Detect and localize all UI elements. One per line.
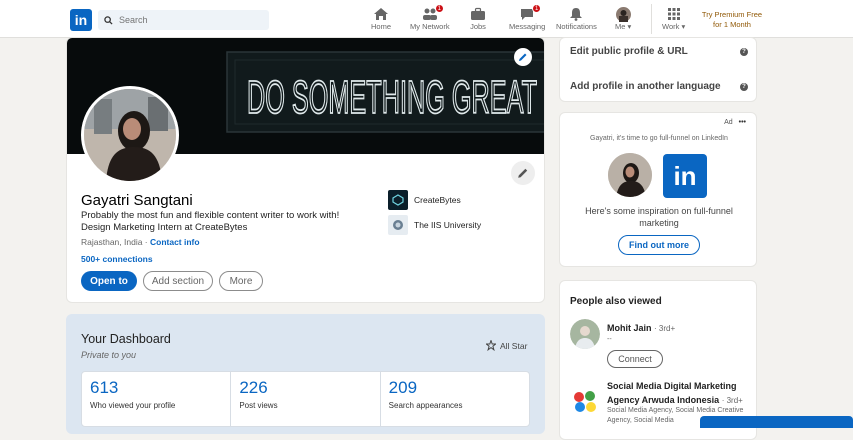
- nav-jobs[interactable]: Jobs: [470, 6, 486, 31]
- avatar: [615, 6, 631, 22]
- add-section-button[interactable]: Add section: [143, 271, 213, 291]
- org-name: The IIS University: [414, 220, 482, 230]
- premium-link[interactable]: Try Premium Free for 1 Month: [700, 10, 764, 30]
- nav-notifications[interactable]: Notifications: [556, 6, 597, 31]
- ad-text: Gayatri, it's time to go full-funnel on …: [590, 135, 728, 142]
- nav-notifications-label: Notifications: [556, 22, 597, 31]
- stat-label: Who viewed your profile: [90, 401, 176, 410]
- ad-label-row: Ad •••: [724, 119, 746, 126]
- help-icon[interactable]: ?: [740, 47, 748, 56]
- premium-line2: for 1 Month: [713, 20, 751, 29]
- profile-settings-card: Edit public profile & URL ? Add profile …: [559, 37, 757, 102]
- nav-home-label: Home: [371, 22, 392, 31]
- ad-card: Ad ••• Gayatri, it's time to go full-fun…: [559, 112, 757, 267]
- nav-me-label: Me ▾: [615, 22, 632, 31]
- pencil-icon: [518, 168, 528, 178]
- add-language-link[interactable]: Add profile in another language ?: [570, 81, 748, 92]
- profile-headline: Probably the most fun and flexible conte…: [81, 210, 340, 233]
- briefcase-icon: [471, 7, 485, 20]
- org-name: CreateBytes: [414, 195, 461, 205]
- person-name[interactable]: Social Media Digital Marketing Agency Ar…: [607, 379, 747, 408]
- top-nav: in Home 1 My Network Jobs 1 Messaging No…: [0, 0, 853, 38]
- profile-card: DO SOMETHING GREAT Gayatri Sangtani Prob…: [66, 37, 545, 303]
- dashboard-stats: 613 Who viewed your profile 226 Post vie…: [81, 371, 530, 427]
- edit-url-label: Edit public profile & URL: [570, 46, 688, 57]
- bell-icon: [570, 8, 583, 21]
- all-star-badge[interactable]: All Star: [486, 340, 527, 351]
- dashboard-title: Your Dashboard: [81, 332, 171, 346]
- person-name[interactable]: Mohit Jain · 3rd+: [607, 321, 675, 336]
- stat-label: Search appearances: [388, 401, 463, 410]
- linkedin-logo[interactable]: in: [70, 9, 92, 31]
- person-avatar[interactable]: [570, 387, 600, 417]
- edit-intro-button[interactable]: [511, 161, 535, 185]
- premium-line1: Try Premium Free: [701, 10, 763, 19]
- stat-post-views[interactable]: 226 Post views: [231, 372, 381, 426]
- dashboard-card: Your Dashboard Private to you All Star 6…: [66, 314, 545, 434]
- nav-messaging[interactable]: 1 Messaging: [509, 4, 546, 31]
- dashboard-subtitle: Private to you: [81, 350, 137, 360]
- stat-search-appearances[interactable]: 209 Search appearances: [381, 372, 529, 426]
- edit-public-profile-link[interactable]: Edit public profile & URL ?: [570, 46, 748, 57]
- stat-value: 226: [239, 378, 268, 397]
- add-language-label: Add profile in another language: [570, 81, 721, 92]
- banner-text: DO SOMETHING GREAT: [247, 71, 537, 123]
- search-input[interactable]: [119, 15, 259, 25]
- profile-location: Rajasthan, India · Contact info: [81, 237, 200, 247]
- person-headline: --: [607, 336, 612, 343]
- edit-banner-button[interactable]: [514, 48, 532, 66]
- ad-options-icon[interactable]: •••: [739, 119, 746, 126]
- nav-messaging-label: Messaging: [509, 22, 546, 31]
- nav-work-label: Work ▾: [662, 22, 686, 31]
- createbytes-logo: [388, 190, 408, 210]
- org-iis-university[interactable]: The IIS University: [388, 215, 481, 235]
- nav-home[interactable]: Home: [371, 6, 391, 31]
- ad-user-avatar: [608, 153, 652, 197]
- connections-link[interactable]: 500+ connections: [81, 254, 153, 264]
- nav-divider: [651, 4, 652, 34]
- ad-label: Ad: [724, 119, 733, 126]
- nav-network-label: My Network: [410, 22, 450, 31]
- more-button[interactable]: More: [219, 271, 263, 291]
- network-badge: 1: [434, 4, 444, 13]
- nav-me[interactable]: Me ▾: [615, 6, 631, 31]
- stat-profile-views[interactable]: 613 Who viewed your profile: [82, 372, 232, 426]
- messaging-overlay-bar[interactable]: [700, 416, 853, 428]
- star-icon: [486, 340, 496, 351]
- help-icon[interactable]: ?: [740, 82, 748, 91]
- profile-photo[interactable]: [81, 86, 179, 184]
- location-text: Rajasthan, India ·: [81, 237, 148, 247]
- stat-label: Post views: [239, 401, 278, 410]
- contact-info-link[interactable]: Contact info: [150, 237, 200, 247]
- search-box[interactable]: [98, 10, 269, 30]
- org-createbytes[interactable]: CreateBytes: [388, 190, 461, 210]
- linkedin-ad-logo: in: [663, 154, 707, 198]
- nav-work[interactable]: Work ▾: [662, 6, 685, 31]
- pencil-icon: [519, 53, 527, 61]
- nav-jobs-label: Jobs: [470, 22, 486, 31]
- person-avatar[interactable]: [570, 319, 600, 349]
- stat-value: 209: [388, 378, 418, 397]
- search-icon: [104, 15, 113, 25]
- iis-logo: [388, 215, 408, 235]
- ad-copy: Here's some inspiration on full-funnel m…: [585, 206, 733, 228]
- grid-icon: [667, 8, 680, 20]
- find-out-more-button[interactable]: Find out more: [618, 235, 700, 255]
- profile-name: Gayatri Sangtani: [81, 192, 193, 209]
- nav-my-network[interactable]: 1 My Network: [410, 4, 450, 31]
- open-to-button[interactable]: Open to: [81, 271, 137, 291]
- messaging-badge: 1: [532, 4, 542, 13]
- connect-button[interactable]: Connect: [607, 350, 663, 368]
- stat-value: 613: [90, 378, 119, 397]
- home-icon: [374, 8, 388, 20]
- all-star-label: All Star: [500, 340, 528, 351]
- pav-title: People also viewed: [570, 296, 662, 307]
